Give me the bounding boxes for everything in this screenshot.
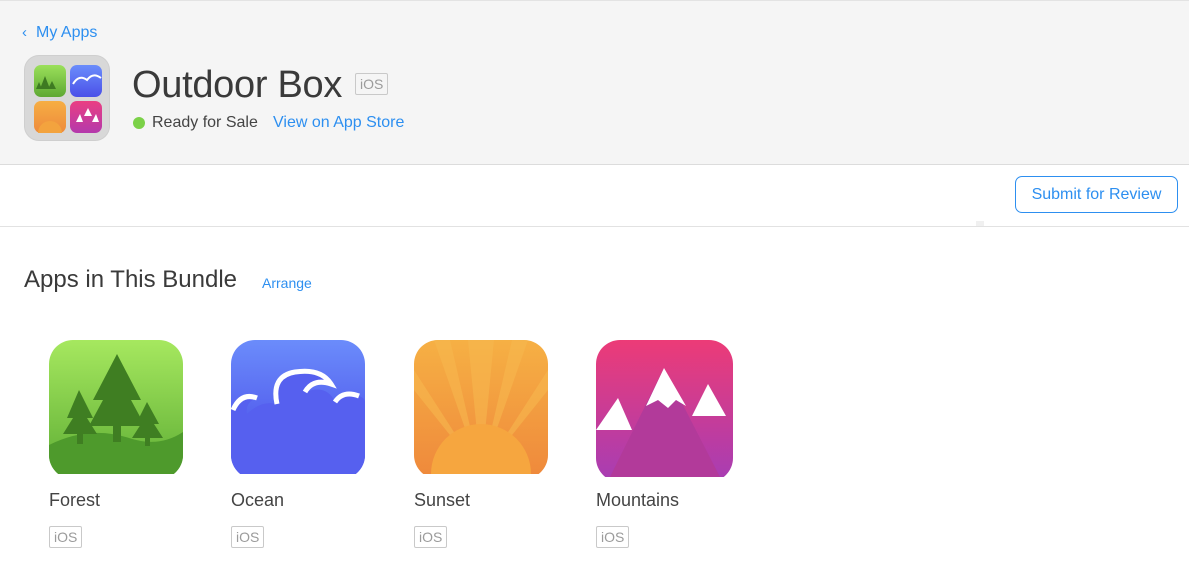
app-status: Ready for Sale <box>133 114 258 132</box>
app-name: Sunset <box>414 490 471 510</box>
status-dot-icon <box>133 117 145 129</box>
platform-badge: iOS <box>414 526 448 548</box>
app-name: Mountains <box>596 490 680 510</box>
app-name: Forest <box>49 490 101 510</box>
app-title: Outdoor Box <box>132 64 343 106</box>
ocean-icon[interactable] <box>231 340 365 479</box>
platform-badge: iOS <box>596 526 630 548</box>
toolbar-divider <box>976 221 984 226</box>
outdoor-box-app-icon <box>24 55 110 141</box>
platform-badge: iOS <box>355 73 389 95</box>
submit-for-review-button[interactable]: Submit for Review <box>1015 176 1178 213</box>
platform-badge: iOS <box>49 526 83 548</box>
platform-badge: iOS <box>231 526 265 548</box>
back-link-label: My Apps <box>36 24 98 41</box>
forest-icon[interactable] <box>49 340 183 479</box>
mountains-icon[interactable] <box>596 340 733 482</box>
back-to-my-apps-link[interactable]: ‹ My Apps <box>22 24 97 42</box>
view-on-app-store-link[interactable]: View on App Store <box>273 114 404 132</box>
arrange-link[interactable]: Arrange <box>262 275 312 291</box>
chevron-left-icon: ‹ <box>22 23 27 41</box>
bundle-section-title: Apps in This Bundle <box>24 266 238 293</box>
app-name: Ocean <box>231 490 285 510</box>
status-text: Ready for Sale <box>152 114 258 131</box>
app-header: ‹ My Apps Outdoor Box iOS Ready for Sale… <box>0 0 1189 165</box>
sunset-icon[interactable] <box>414 340 548 479</box>
action-toolbar: Submit for Review <box>0 165 1189 227</box>
